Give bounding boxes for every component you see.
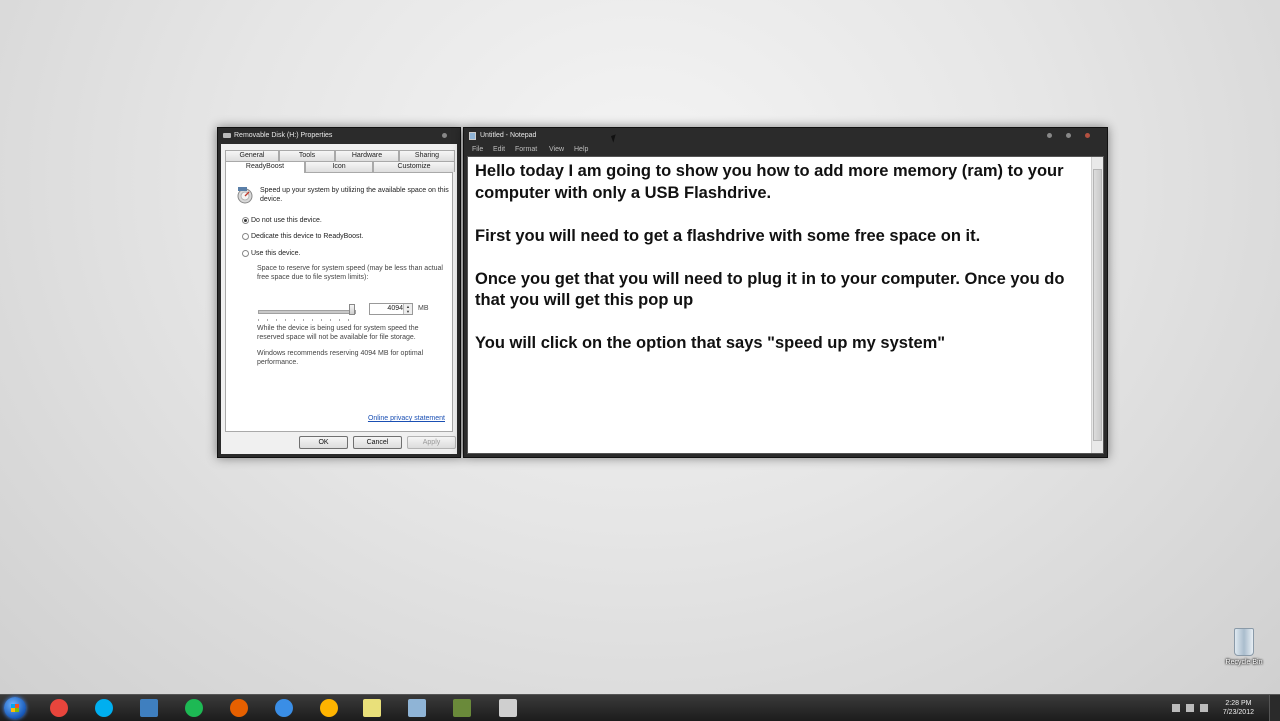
reserve-value: 4094 [387, 305, 403, 312]
menu-file[interactable]: File [472, 144, 483, 156]
app-frame-icon [140, 699, 158, 717]
radio-label: Dedicate this device to ReadyBoost. [251, 233, 364, 240]
system-tray: 2:28 PM 7/23/2012 [1160, 695, 1280, 721]
readyboost-panel: Speed up your system by utilizing the av… [225, 172, 453, 432]
ok-button[interactable]: OK [299, 436, 348, 449]
tab-tools[interactable]: Tools [279, 150, 335, 161]
recycle-bin[interactable]: Recycle Bin [1225, 628, 1263, 666]
notepad-text-area[interactable]: Hello today I am going to show you how t… [467, 156, 1104, 454]
radio-label: Do not use this device. [251, 217, 322, 224]
vertical-scrollbar[interactable] [1091, 157, 1103, 453]
close-button[interactable] [1085, 133, 1090, 138]
tab-sharing[interactable]: Sharing [399, 150, 455, 161]
menu-help[interactable]: Help [574, 144, 588, 156]
taskbar-app-button[interactable] [131, 698, 167, 718]
spotify-icon [185, 699, 203, 717]
aim-icon [320, 699, 338, 717]
tray-arrow-icon[interactable] [1172, 704, 1180, 712]
taskbar-app-button[interactable] [444, 698, 480, 718]
reserve-slider-thumb[interactable] [349, 304, 355, 315]
privacy-link[interactable]: Online privacy statement [368, 415, 445, 422]
show-desktop-button[interactable] [1269, 695, 1280, 721]
reserve-slider-track[interactable] [258, 310, 356, 314]
radio-dot[interactable] [242, 250, 249, 257]
clock-date: 7/23/2012 [1222, 709, 1254, 716]
properties-dialog: Removable Disk (H:) Properties General T… [217, 127, 461, 458]
start-button[interactable] [4, 697, 26, 719]
notepad-menubar: File Edit Format View Help [464, 144, 1107, 156]
skype-icon [95, 699, 113, 717]
taskbar-app-button[interactable] [490, 698, 526, 718]
maximize-button[interactable] [1066, 133, 1071, 138]
menu-format[interactable]: Format [515, 144, 537, 156]
cancel-button[interactable]: Cancel [353, 436, 402, 449]
notepad-icon [469, 132, 476, 140]
radio-use-device[interactable]: Use this device. [242, 249, 300, 258]
radio-label: Use this device. [251, 250, 301, 257]
text-paragraph: Once you get that you will need to plug … [475, 269, 1065, 310]
dialog-title: Removable Disk (H:) Properties [234, 132, 333, 139]
scrollbar-thumb[interactable] [1093, 169, 1102, 441]
notepad-window: Untitled - Notepad File Edit Format View… [463, 127, 1108, 458]
clock[interactable]: 2:28 PM 7/23/2012 [1223, 699, 1254, 717]
taskbar-app-button[interactable] [221, 698, 257, 718]
taskbar: 2:28 PM 7/23/2012 [0, 694, 1280, 721]
close-button[interactable] [442, 133, 447, 138]
notepad-titlebar[interactable]: Untitled - Notepad [464, 128, 1107, 144]
media-icon [453, 699, 471, 717]
tab-readyboost[interactable]: ReadyBoost [225, 161, 305, 173]
text-paragraph: You will click on the option that says "… [475, 334, 946, 352]
minimize-button[interactable] [1047, 133, 1052, 138]
tab-icon[interactable]: Icon [305, 161, 373, 172]
tab-row-1: General Tools Hardware Sharing [225, 150, 455, 161]
removable-disk-icon [223, 133, 231, 138]
spin-arrows[interactable]: ▲ ▼ [403, 304, 412, 314]
recommend-note: Windows recommends reserving 4094 MB for… [257, 350, 424, 366]
volume-icon[interactable] [1200, 704, 1208, 712]
radio-do-not-use[interactable]: Do not use this device. [242, 216, 322, 225]
taskbar-app-button[interactable] [176, 698, 212, 718]
taskbar-app-button[interactable] [266, 698, 302, 718]
tab-general[interactable]: General [225, 150, 279, 161]
notepad-title: Untitled - Notepad [480, 132, 537, 139]
taskbar-app-button[interactable] [86, 698, 122, 718]
readyboost-icon [237, 187, 253, 204]
radio-dot[interactable] [242, 233, 249, 240]
apply-button[interactable]: Apply [407, 436, 456, 449]
radio-dot-selected[interactable] [242, 217, 249, 224]
menu-edit[interactable]: Edit [493, 144, 505, 156]
taskbar-app-button[interactable] [41, 698, 77, 718]
reserve-spinbox[interactable]: 4094 ▲ ▼ [369, 303, 413, 315]
storage-note: While the device is being used for syste… [257, 325, 419, 341]
sticky-notes-icon [363, 699, 381, 717]
readyboost-description: Speed up your system by utilizing the av… [260, 187, 449, 203]
tab-hardware[interactable]: Hardware [335, 150, 399, 161]
taskbar-app-button[interactable] [354, 698, 390, 718]
tab-customize[interactable]: Customize [373, 161, 455, 172]
dialog-titlebar[interactable]: Removable Disk (H:) Properties [218, 128, 460, 144]
radio-dedicate[interactable]: Dedicate this device to ReadyBoost. [242, 232, 363, 241]
firefox-icon [230, 699, 248, 717]
taskbar-app-button[interactable] [311, 698, 347, 718]
menu-view[interactable]: View [549, 144, 564, 156]
network-icon[interactable] [1186, 704, 1194, 712]
notepad-icon [408, 699, 426, 717]
text-paragraph: First you will need to get a flashdrive … [475, 226, 981, 245]
tab-row-2: ReadyBoost Icon Customize [225, 161, 455, 173]
removable-disk-icon [499, 699, 517, 717]
taskbar-app-button[interactable] [399, 698, 435, 718]
text-paragraph: Hello today I am going to show you how t… [475, 162, 1064, 202]
clock-time: 2:28 PM [1225, 700, 1252, 707]
reserve-unit: MB [418, 305, 429, 312]
itunes-icon [275, 699, 293, 717]
recycle-bin-icon [1234, 628, 1254, 656]
reserve-label: Space to reserve for system speed (may b… [257, 265, 443, 281]
notepad-text[interactable]: Hello today I am going to show you how t… [475, 161, 1095, 355]
chrome-icon [50, 699, 68, 717]
recycle-bin-label: Recycle Bin [1225, 659, 1263, 666]
slider-ticks [258, 319, 356, 321]
dialog-client: General Tools Hardware Sharing ReadyBoos… [221, 144, 457, 454]
